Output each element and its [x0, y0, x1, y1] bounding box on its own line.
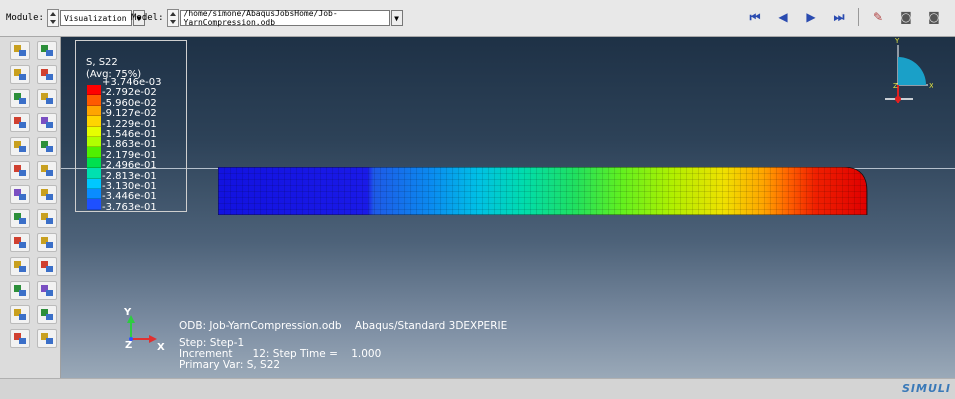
module-spinner[interactable] — [46, 9, 59, 27]
first-frame-icon[interactable]: ⏮ — [746, 8, 764, 26]
legend-color-segment — [87, 105, 101, 117]
previous-frame-icon[interactable]: ◀ — [774, 8, 792, 26]
camera-icon[interactable]: ◙ — [897, 8, 915, 26]
legend-color-segment — [87, 178, 101, 189]
orientation-options-icon[interactable] — [37, 113, 57, 132]
toolbar-separator — [858, 8, 859, 26]
model-spinner[interactable] — [166, 9, 179, 27]
fe-mesh-part[interactable] — [218, 167, 868, 215]
visualization-toolbox — [0, 37, 61, 378]
view-triad-y: Y — [894, 37, 900, 45]
symbol-options-icon[interactable] — [37, 89, 57, 108]
plot-undeformed-icon[interactable] — [10, 41, 30, 60]
state-block: ODB: Job-YarnCompression.odb Abaqus/Stan… — [179, 321, 507, 371]
legend-color-segment — [87, 136, 101, 148]
superimpose-options-icon[interactable] — [37, 161, 57, 180]
stream-plot-icon[interactable] — [37, 281, 57, 300]
legend-title-variable: S, S22 — [86, 57, 118, 68]
triad-x-label: X — [157, 342, 165, 353]
part-mesh-lines — [218, 167, 868, 215]
animation-options-icon[interactable]: ✎ — [869, 8, 887, 26]
context-toolbar: Module: Visualization ▼ Model: /home/sim… — [0, 0, 955, 37]
legend-value-label: -9.127e-02 — [102, 108, 157, 120]
animate-time-history-icon[interactable] — [10, 185, 30, 204]
plot-xy-data-icon[interactable] — [37, 257, 57, 276]
odb-info: ODB: Job-YarnCompression.odb Abaqus/Stan… — [179, 320, 508, 332]
view-cut-manager-icon[interactable] — [10, 209, 30, 228]
legend-color-bar — [87, 85, 101, 210]
model-combo[interactable]: /home/simone/AbaqusJobsHome/Job-YarnComp… — [179, 9, 390, 27]
legend-color-segment — [87, 199, 101, 210]
triad-y-label: Y — [124, 307, 132, 318]
plot-symbols-icon[interactable] — [10, 89, 30, 108]
view-triad-z: Z — [893, 82, 898, 90]
model-selector: Model: /home/simone/AbaqusJobsHome/Job-Y… — [131, 9, 403, 27]
camera-options-icon[interactable]: ◙ — [925, 8, 943, 26]
primary-var-info: Primary Var: S, S22 — [179, 359, 281, 371]
model-dropdown-button[interactable]: ▼ — [390, 10, 403, 26]
report-field-output-icon[interactable] — [37, 305, 57, 324]
legend-color-segment — [87, 157, 101, 169]
triad-z-label: Z — [125, 340, 133, 351]
common-options-icon[interactable] — [10, 161, 30, 180]
animate-scale-factor-icon[interactable] — [37, 185, 57, 204]
view-orientation-triad: Y X Z — [885, 37, 933, 103]
legend-color-segment — [87, 85, 101, 96]
legend-color-segment — [87, 116, 101, 127]
allow-multiple-plots-icon[interactable] — [10, 137, 30, 156]
next-frame-icon[interactable]: ▶ — [802, 8, 820, 26]
legend-color-segment — [87, 168, 101, 179]
plot-contours-icon[interactable] — [10, 65, 30, 84]
xy-data-manager-icon[interactable] — [10, 233, 30, 252]
legend-color-segment — [87, 188, 101, 200]
module-combo[interactable]: Visualization — [59, 10, 132, 26]
plot-material-orientations-icon[interactable] — [10, 113, 30, 132]
legend-color-segment — [87, 95, 101, 106]
create-xy-data-icon[interactable] — [37, 233, 57, 252]
legend-value-labels: +3.746e-03 -2.792e-02 -5.960e-02 -9.127e-02… — [102, 77, 162, 213]
module-label: Module: — [6, 13, 44, 23]
toolbox-icon-grid — [10, 41, 59, 348]
legend-color-segment — [87, 147, 101, 158]
status-bar: SIMULI — [0, 378, 955, 399]
toolbar-right-icons: ⏮ ◀ ▶ ⏭ ✎ ◙ ◙ — [746, 8, 943, 26]
display-options-icon[interactable] — [37, 329, 57, 348]
view-triad-x: X — [929, 82, 933, 90]
viewport-canvas[interactable]: S, S22 (Avg: 75%) +3.746e-03 -2.792e-02 -5… — [61, 37, 955, 378]
model-label: Model: — [131, 13, 164, 23]
contour-legend: S, S22 (Avg: 75%) +3.746e-03 -2.792e-02 -5… — [75, 40, 187, 213]
free-body-cut-icon[interactable] — [10, 281, 30, 300]
plot-deformed-icon[interactable] — [37, 41, 57, 60]
create-path-icon[interactable] — [10, 257, 30, 276]
legend-value-label: -3.763e-01 — [102, 201, 157, 213]
last-frame-icon[interactable]: ⏭ — [830, 8, 848, 26]
contour-options-icon[interactable] — [37, 65, 57, 84]
legend-color-segment — [87, 126, 101, 137]
query-information-icon[interactable] — [10, 305, 30, 324]
module-selector: Module: Visualization ▼ — [6, 9, 145, 27]
overlay-plot-icon[interactable] — [37, 137, 57, 156]
simulia-logo: SIMULI — [902, 382, 951, 395]
probe-values-icon[interactable] — [10, 329, 30, 348]
legend-value-label: -2.496e-01 — [102, 160, 157, 172]
display-group-icon[interactable] — [37, 209, 57, 228]
